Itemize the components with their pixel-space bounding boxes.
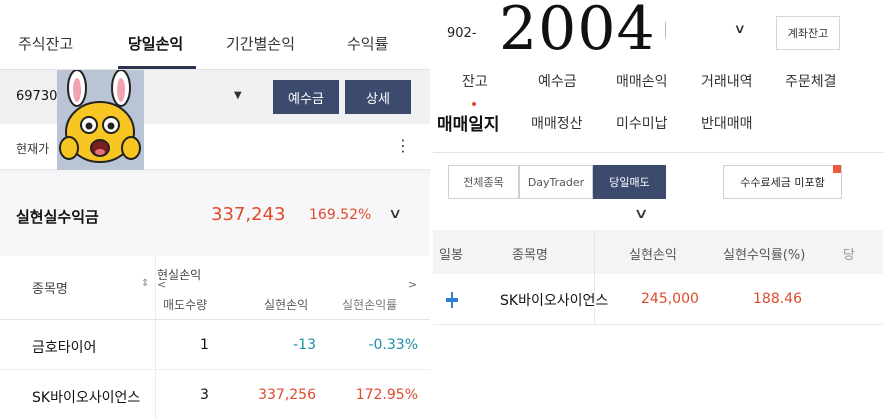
menu-reverse-trade[interactable]: 반대매매: [701, 113, 753, 133]
filter-daytrader[interactable]: DayTrader: [519, 165, 593, 199]
column-header-realized-pl: 실현손익: [629, 248, 677, 263]
realized-rate: 172.95%: [355, 387, 418, 403]
realized-pl: -13: [293, 337, 316, 353]
menu-trade-settlement[interactable]: 매매정산: [531, 113, 583, 133]
active-indicator-dot: [472, 102, 476, 106]
realized-profit-amount: 337,243: [211, 204, 286, 225]
chevron-down-icon[interactable]: ∨: [388, 206, 402, 222]
year-overlay-text: 2004: [499, 0, 656, 64]
account-number[interactable]: 69730: [16, 89, 57, 104]
sort-icon[interactable]: ⇕: [141, 278, 149, 289]
detail-button[interactable]: 상세: [345, 80, 411, 114]
table-header: 종목명 ⇕ 현실손익 < > 매도수량 실현손익 실현손익률: [0, 256, 430, 320]
sell-qty: 1: [200, 337, 209, 353]
filter-today-sells[interactable]: 당일매도: [593, 165, 666, 199]
menu-deposit[interactable]: 예수금: [538, 71, 577, 91]
tab-period-pl[interactable]: 기간별손익: [226, 33, 295, 54]
realized-rate: -0.33%: [368, 337, 418, 353]
active-tab-indicator: [118, 66, 196, 69]
column-header-realized-pl: 실현손익: [264, 298, 309, 312]
menu-trade-journal[interactable]: 매매일지: [437, 110, 500, 135]
tab-today-pl[interactable]: 당일손익: [128, 33, 183, 54]
column-header-sell-qty: 매도수량: [163, 298, 208, 312]
column-header-daily-candle: 일봉: [439, 248, 463, 263]
scroll-right-icon[interactable]: >: [408, 278, 417, 291]
cartoon-character-icon: [57, 70, 144, 171]
menu-trade-pl[interactable]: 매매손익: [616, 71, 668, 91]
table-row[interactable]: 금호타이어 1 -13 -0.33%: [0, 320, 430, 370]
filter-all-stocks[interactable]: 전체종목: [448, 165, 519, 199]
deposit-button[interactable]: 예수금: [273, 80, 339, 114]
column-header-realized-rate: 실현수익률(%): [723, 248, 806, 263]
realized-profit-summary[interactable]: 실현실수익금 337,243 169.52% ∨: [0, 174, 430, 256]
avatar: [57, 70, 144, 171]
caret-down-icon[interactable]: ▼: [234, 90, 242, 101]
realized-rate: 188.46: [753, 291, 802, 307]
stock-name: 금호타이어: [32, 340, 97, 356]
realized-pl: 337,256: [258, 387, 316, 403]
scroll-left-icon[interactable]: <: [157, 278, 166, 291]
divider: [665, 22, 666, 38]
tab-return-rate[interactable]: 수익률: [347, 33, 388, 54]
column-header-truncated: 당: [843, 248, 855, 263]
account-number[interactable]: 902-: [447, 26, 477, 41]
column-header-realized-rate: 실현손익률: [342, 298, 398, 312]
left-app-pane: 주식잔고 당일손익 기간별손익 수익률 69730 ▼ 예수금 상세 현재가 ⋮: [0, 0, 430, 419]
column-header-name: 종목명: [512, 248, 548, 263]
realized-pl: 245,000: [641, 291, 699, 307]
chevron-down-icon[interactable]: ∨: [734, 22, 746, 37]
menu-transactions[interactable]: 거래내역: [701, 71, 753, 91]
realized-profit-percent: 169.52%: [309, 207, 372, 223]
menu-balance[interactable]: 잔고: [462, 71, 488, 91]
candle-icon: [446, 292, 458, 308]
menu-order-fills[interactable]: 주문체결: [785, 71, 837, 91]
screenshot-root: 주식잔고 당일손익 기간별손익 수익률 69730 ▼ 예수금 상세 현재가 ⋮: [0, 0, 883, 419]
current-price-label: 현재가: [16, 142, 50, 156]
stock-name: SK바이오사이언스: [500, 293, 609, 309]
column-header-name[interactable]: 종목명: [32, 278, 68, 297]
tab-stock-balance[interactable]: 주식잔고: [18, 33, 73, 54]
table-header: 일봉 종목명 실현손익 실현수익률(%) 당: [433, 230, 883, 274]
menu-unpaid[interactable]: 미수미납: [616, 113, 668, 133]
account-balance-button[interactable]: 계좌잔고: [776, 16, 840, 50]
fee-tax-toggle-button[interactable]: 수수료세금 미포함: [723, 165, 842, 199]
sell-qty: 3: [200, 387, 209, 403]
more-options-icon[interactable]: ⋮: [395, 136, 411, 155]
stock-name: SK바이오사이언스: [32, 390, 141, 406]
tab-bar: 주식잔고 당일손익 기간별손익 수익률: [0, 0, 430, 70]
realized-profit-label: 실현실수익금: [16, 208, 99, 226]
table-row[interactable]: SK바이오사이언스 3 337,256 172.95%: [0, 370, 430, 419]
table-row[interactable]: SK바이오사이언스 245,000 188.46: [433, 274, 883, 325]
chevron-down-icon[interactable]: ∨: [633, 206, 648, 222]
right-app-pane: 902- 2004 ∨ 계좌잔고 잔고 예수금 매매손익 거래내역 주문체결 매…: [433, 0, 883, 419]
divider: [433, 152, 883, 153]
flag-icon: [833, 165, 841, 173]
